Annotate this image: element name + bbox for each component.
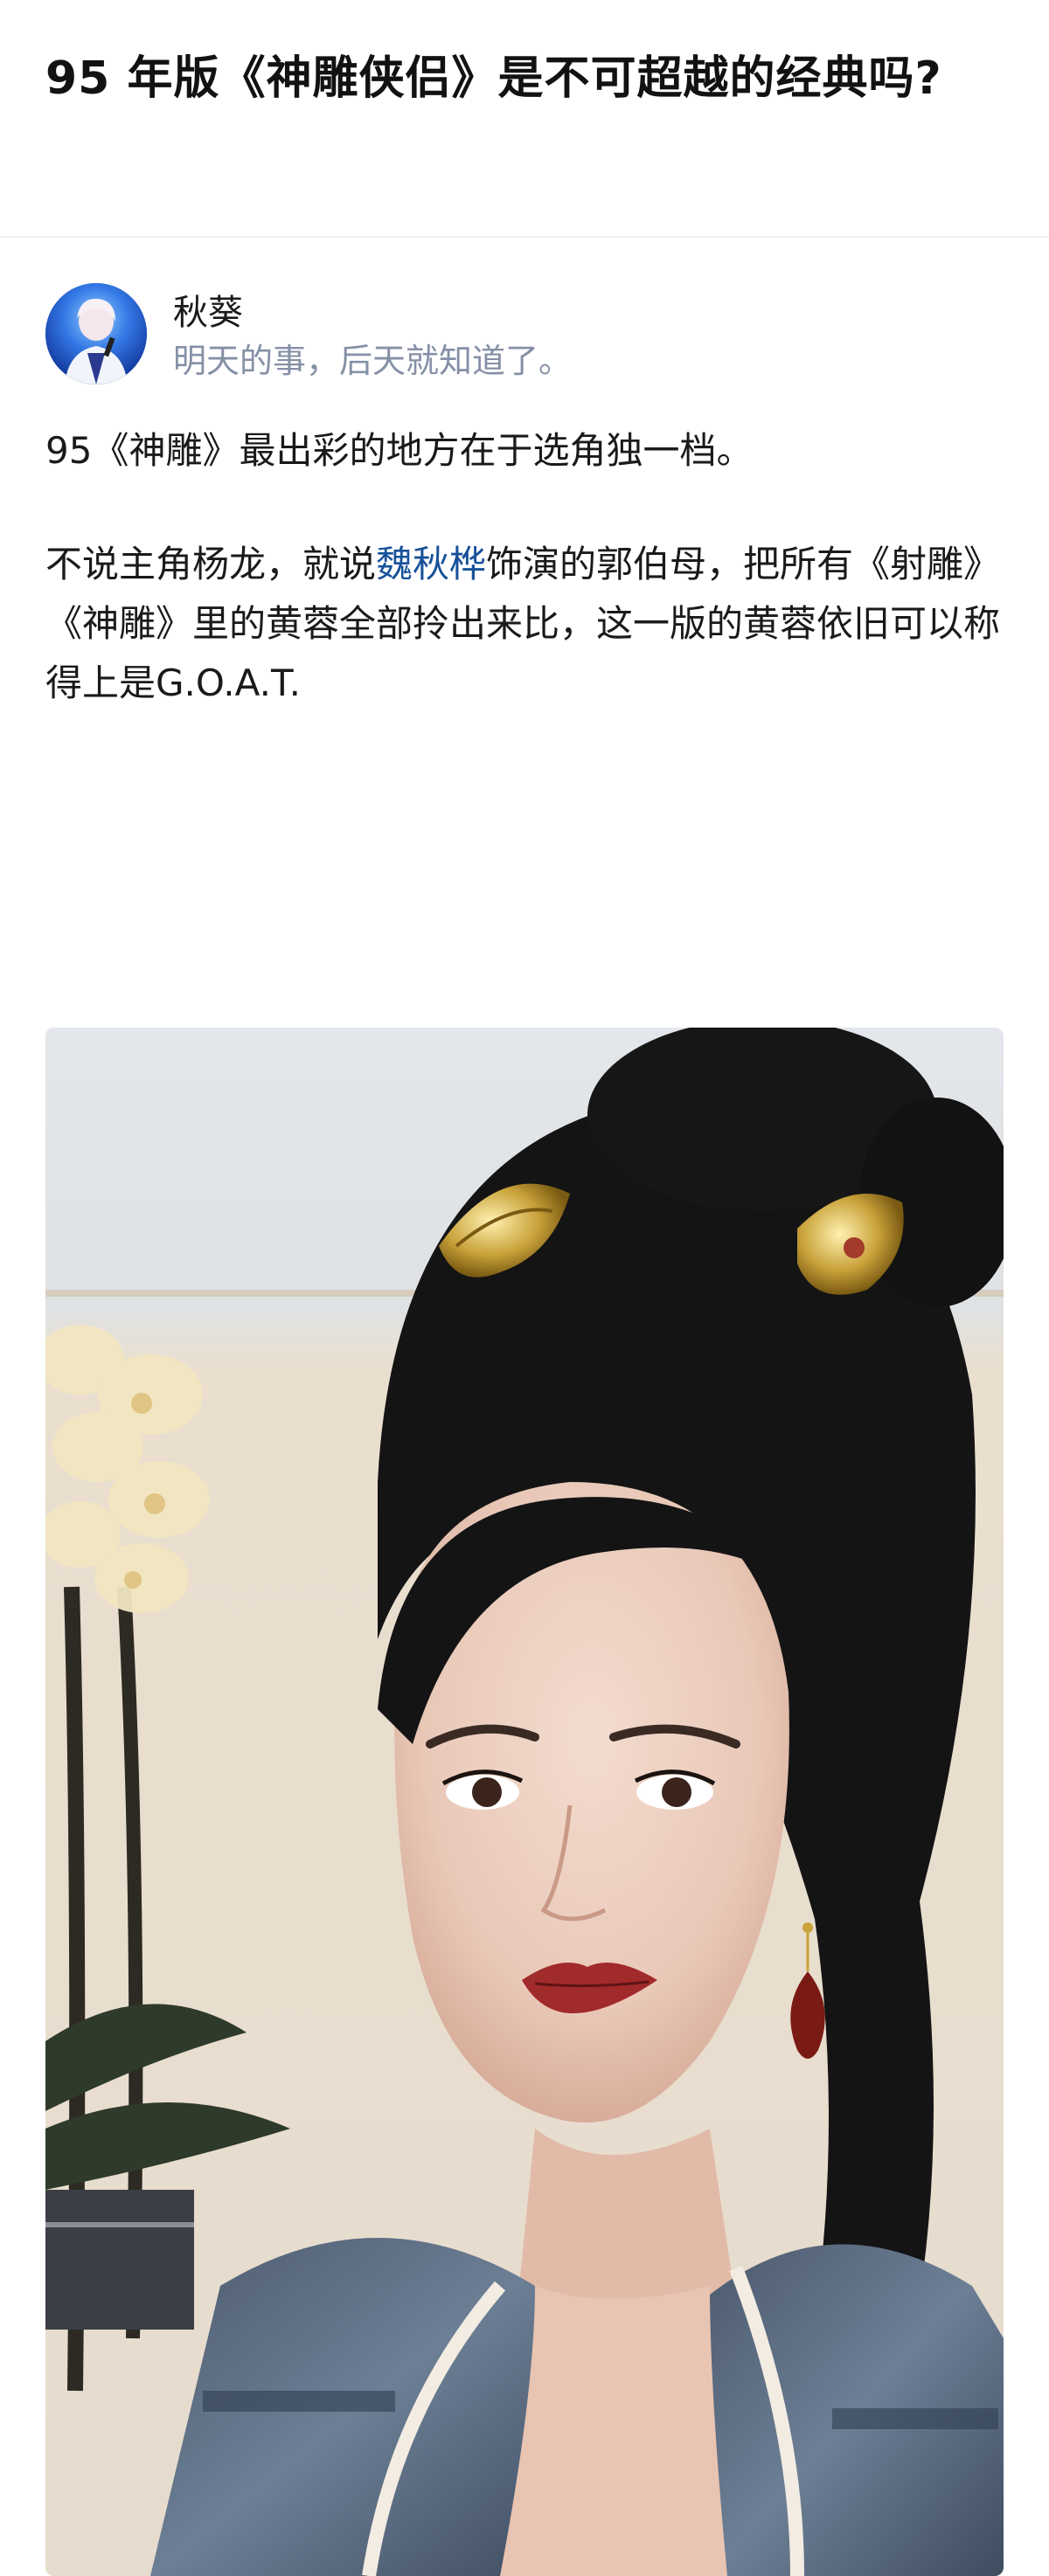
question-header: 95 年版《神雕侠侣》是不可超越的经典吗?	[0, 0, 1049, 238]
paragraph-text: 不说主角杨龙，就说	[45, 543, 377, 585]
question-title[interactable]: 95 年版《神雕侠侣》是不可超越的经典吗?	[45, 44, 955, 114]
person-link[interactable]: 魏秋桦	[376, 543, 486, 585]
author-name[interactable]: 秋葵	[173, 292, 243, 334]
answer-paragraph: 95《神雕》最出彩的地方在于选角独一档。	[45, 429, 754, 472]
author-bio: 明天的事，后天就知道了。	[173, 342, 573, 380]
author-avatar[interactable]	[45, 283, 147, 384]
answer-photo[interactable]	[45, 1028, 1004, 2576]
actress-portrait-image	[45, 1028, 1004, 2576]
author-info: 秋葵 明天的事，后天就知道了。	[45, 283, 1007, 384]
answer-paragraph: 不说主角杨龙，就说魏秋桦饰演的郭伯母，把所有《射雕》《神雕》里的黄蓉全部拎出来比…	[45, 535, 1007, 713]
answer-content: 95《神雕》最出彩的地方在于选角独一档。 不说主角杨龙，就说魏秋桦饰演的郭伯母，…	[45, 421, 1007, 767]
user-avatar-icon	[45, 283, 147, 384]
